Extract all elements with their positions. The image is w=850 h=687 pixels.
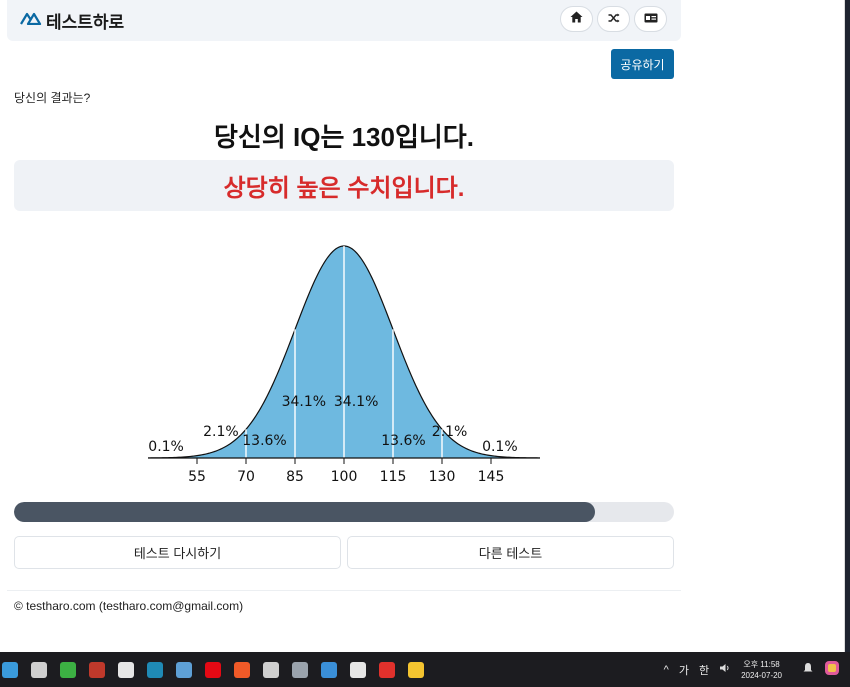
browser-window: 테스트하로 공유하기 당신의 결과는? 당신의 IQ는 130입니다. 상당히 … — [0, 0, 845, 652]
segment-label: 2.1% — [203, 424, 239, 440]
result-lead: 당신의 결과는? — [14, 91, 91, 105]
profile-card-button[interactable] — [634, 6, 667, 32]
chevron-up-icon[interactable]: ^ — [664, 664, 669, 676]
x-tick-label: 55 — [188, 469, 206, 485]
brand[interactable]: 테스트하로 — [20, 8, 124, 33]
segment-label: 34.1% — [334, 394, 378, 410]
random-test-button[interactable] — [597, 6, 630, 32]
retry-test-button[interactable]: 테스트 다시하기 — [14, 536, 341, 569]
verdict-text: 상당히 높은 수치입니다. — [223, 175, 465, 202]
iq-distribution-chart: 55 70 85 100 115 130 1450.1%2.1%13.6%34.1% 34.1… — [147, 245, 541, 485]
xbox-icon[interactable] — [60, 661, 76, 678]
app-icon[interactable] — [147, 661, 163, 678]
copilot-icon[interactable] — [824, 660, 840, 679]
progress-bar — [14, 502, 674, 522]
windows-icon[interactable] — [2, 661, 18, 678]
ime-mode-1[interactable]: 가 — [679, 662, 689, 678]
remote-icon[interactable] — [89, 661, 105, 678]
game-icon[interactable] — [350, 661, 366, 678]
system-tray: ^ 가 한 오후 11:58 2024-07-20 — [664, 652, 850, 687]
share-button[interactable]: 공유하기 — [611, 49, 674, 79]
iq-headline: 당신의 IQ는 130입니다. — [214, 122, 474, 152]
camera-icon[interactable] — [292, 661, 308, 678]
segment-label: 0.1% — [482, 439, 518, 455]
home-icon — [570, 10, 583, 28]
x-tick-label: 145 — [478, 469, 505, 485]
tp-icon[interactable] — [321, 661, 337, 678]
desktop-background — [845, 0, 850, 652]
home-button[interactable] — [560, 6, 593, 32]
segment-label: 13.6% — [381, 433, 425, 449]
x-tick-label: 130 — [429, 469, 456, 485]
amd-icon[interactable] — [379, 661, 395, 678]
footer-copyright: © testharo.com (testharo.com@gmail.com) — [14, 599, 244, 613]
duck-icon[interactable] — [408, 661, 424, 678]
navbar: 테스트하로 — [7, 0, 681, 41]
segment-label: 13.6% — [242, 433, 286, 449]
footer-divider — [7, 590, 681, 591]
clock[interactable]: 오후 11:58 2024-07-20 — [741, 659, 792, 681]
vpn-icon[interactable] — [263, 661, 279, 678]
netflix-icon[interactable] — [205, 661, 221, 678]
x-tick-label: 100 — [331, 469, 358, 485]
segment-label: 34.1% — [282, 394, 326, 410]
segment-label: 0.1% — [148, 439, 184, 455]
dts-icon[interactable] — [234, 661, 250, 678]
clock-time: 오후 11:58 — [743, 659, 780, 669]
x-tick-label: 115 — [380, 469, 407, 485]
logitech-icon[interactable] — [31, 661, 47, 678]
volume-icon[interactable] — [719, 663, 731, 676]
obs-icon[interactable] — [118, 661, 134, 678]
x-tick-label: 70 — [237, 469, 255, 485]
steam-icon[interactable] — [176, 661, 192, 678]
logo-icon — [20, 11, 42, 30]
verdict-box: 상당히 높은 수치입니다. — [14, 160, 674, 211]
shuffle-icon — [608, 10, 620, 28]
other-test-button[interactable]: 다른 테스트 — [347, 536, 674, 569]
progress-fill — [14, 502, 595, 522]
brand-name: 테스트하로 — [46, 13, 125, 32]
x-tick-label: 85 — [286, 469, 304, 485]
id-card-icon — [644, 10, 658, 28]
notification-icon[interactable] — [802, 662, 814, 677]
taskbar: ^ 가 한 오후 11:58 2024-07-20 — [0, 652, 850, 687]
segment-label: 2.1% — [432, 424, 468, 440]
ime-mode-2[interactable]: 한 — [699, 662, 709, 678]
clock-date: 2024-07-20 — [741, 670, 782, 680]
